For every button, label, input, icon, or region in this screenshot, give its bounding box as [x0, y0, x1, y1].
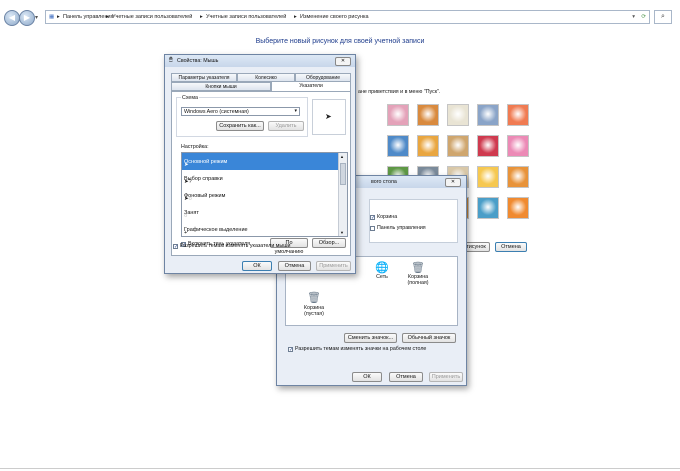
picture-tile[interactable]: [387, 135, 409, 157]
picture-tile[interactable]: [507, 135, 529, 157]
picture-tile[interactable]: [477, 135, 499, 157]
scheme-select-value: Windows Aero (системная): [184, 109, 249, 115]
scroll-down-icon[interactable]: ▼: [340, 230, 344, 235]
pointer-row-cursor-icon: +: [184, 230, 188, 236]
address-dropdown-icon[interactable]: ▾: [632, 11, 635, 23]
page-title: Выберите новый рисунок для своей учетной…: [255, 38, 425, 45]
picture-tile[interactable]: [447, 135, 469, 157]
cancel-button[interactable]: Отмена: [495, 242, 527, 252]
scheme-select[interactable]: Windows Aero (системная) ▾: [181, 107, 300, 116]
breadcrumb-separator: ▸: [57, 14, 60, 20]
cancel-button[interactable]: Отмена: [278, 261, 311, 271]
tab-buttons[interactable]: Кнопки мыши: [171, 82, 271, 91]
recycle-bin-empty-icon[interactable]: 🗑: [304, 291, 324, 304]
allow-themes-icons-checkbox[interactable]: ✓: [288, 347, 293, 353]
picture-tile[interactable]: [447, 104, 469, 126]
picture-hint-text: ане приветствия и в меню "Пуск".: [358, 89, 441, 95]
control-panel-checkbox-label: Панель управления: [377, 225, 426, 231]
close-icon[interactable]: ✕: [445, 178, 461, 187]
forward-button[interactable]: ▶: [19, 10, 35, 26]
network-icon-label: Сеть: [376, 274, 388, 280]
picture-tile[interactable]: [477, 104, 499, 126]
breadcrumb-separator: ▸: [294, 14, 297, 20]
picture-tile[interactable]: [417, 135, 439, 157]
cancel-button[interactable]: Отмена: [389, 372, 423, 382]
browse-button[interactable]: Обзор...: [312, 238, 346, 248]
pointer-list-row[interactable]: Фоновый режим ➤◌: [182, 187, 339, 204]
back-button[interactable]: ◀: [4, 10, 20, 26]
pointers-panel: Схема Windows Aero (системная) ▾ Сохрани…: [171, 91, 351, 256]
mouse-properties-window: 🖱 Свойства: Мышь ✕ Параметры указателя К…: [164, 54, 356, 274]
scroll-up-icon[interactable]: ▲: [340, 154, 344, 159]
allow-themes-icons-label: Разрешить темам изменять значки на рабоч…: [295, 346, 427, 352]
recycle-bin-empty-label: Корзина (пустая): [303, 305, 325, 317]
breadcrumb-4[interactable]: Изменение своего рисунка: [300, 11, 369, 23]
recent-pages-arrow-icon[interactable]: ▾: [35, 14, 38, 21]
scheme-group-label: Схема: [181, 95, 199, 101]
mouse-properties-title: Свойства: Мышь: [177, 58, 219, 64]
desktop-icons-title: вого стола: [371, 179, 397, 185]
bottom-divider: [0, 468, 680, 469]
pointer-row-cursor-icon: ◌: [184, 213, 188, 219]
delete-button[interactable]: Удалить: [268, 121, 304, 131]
breadcrumb-separator: ▸: [106, 14, 109, 20]
ok-button[interactable]: ОК: [242, 261, 272, 271]
pointer-list-scrollbar[interactable]: ▲ ▼: [338, 153, 347, 236]
desktop-icons-group: [369, 199, 458, 243]
recycle-bin-checkbox[interactable]: ✓: [370, 215, 375, 221]
change-icon-button[interactable]: Сменить значок...: [344, 333, 397, 343]
refresh-icon[interactable]: ⟳: [641, 11, 646, 23]
apply-button[interactable]: Применить: [316, 261, 351, 271]
settings-label: Настройка:: [181, 144, 209, 150]
picture-tile[interactable]: [387, 104, 409, 126]
pointer-row-cursor-icon: ➤: [184, 162, 189, 168]
picture-tile[interactable]: [477, 166, 499, 188]
pointer-row-cursor-icon: ➤?: [184, 179, 192, 185]
chevron-down-icon: ▾: [294, 108, 297, 114]
control-panel-icon: ▦: [49, 14, 55, 20]
scrollbar-thumb[interactable]: [340, 163, 346, 185]
address-bar[interactable]: ▦ ▸ Панель управления ▸ Учетные записи п…: [45, 10, 650, 24]
search-icon[interactable]: ⌕: [654, 10, 672, 24]
explorer-toolbar: ◀ ▶ ▾ ▦ ▸ Панель управления ▸ Учетные за…: [0, 0, 680, 34]
pointer-list[interactable]: Графическое выделение + Занят ◌ Фоновый режи…: [181, 152, 348, 237]
breadcrumb-3[interactable]: Учетные записи пользователей: [206, 11, 286, 23]
tab-pointer-options[interactable]: Параметры указателя: [171, 73, 237, 82]
save-as-button[interactable]: Сохранить как...: [216, 121, 264, 131]
recycle-bin-full-icon[interactable]: 🗑: [408, 261, 428, 274]
default-icon-button[interactable]: Обычный значок: [402, 333, 456, 343]
picture-tile[interactable]: [507, 197, 529, 219]
mouse-icon: 🖱: [169, 57, 173, 63]
network-icon[interactable]: 🌐: [372, 261, 392, 274]
mouse-properties-titlebar: 🖱 Свойства: Мышь ✕: [165, 55, 355, 67]
breadcrumb-separator: ▸: [200, 14, 203, 20]
scheme-group: [176, 97, 308, 137]
picture-tile[interactable]: [477, 197, 499, 219]
tab-pointers[interactable]: Указатели: [271, 81, 351, 91]
allow-themes-pointers-label: Разрешить темам изменять указатели мыши: [180, 243, 291, 249]
picture-tile[interactable]: [417, 104, 439, 126]
breadcrumb-2[interactable]: Учетные записи пользователей: [112, 11, 192, 23]
pointer-list-row[interactable]: Выбор справки ➤?: [182, 170, 339, 187]
pointer-list-row[interactable]: Графическое выделение +: [182, 221, 339, 236]
ok-button[interactable]: ОК: [352, 372, 382, 382]
picture-tile[interactable]: [507, 104, 529, 126]
picture-tile[interactable]: [507, 166, 529, 188]
pointer-preview: ➤: [312, 99, 346, 135]
allow-themes-pointers-checkbox[interactable]: ✓: [173, 244, 178, 250]
control-panel-checkbox[interactable]: [370, 226, 375, 231]
pointer-list-row[interactable]: Занят ◌: [182, 204, 339, 221]
recycle-bin-full-label: Корзина (полная): [407, 274, 429, 286]
pointer-preview-icon: ➤: [325, 112, 332, 121]
recycle-bin-checkbox-label: Корзина: [377, 214, 398, 220]
pointer-row-cursor-icon: ➤◌: [184, 196, 192, 202]
pointer-list-row[interactable]: Основной режим ➤: [182, 153, 339, 170]
close-icon[interactable]: ✕: [335, 57, 351, 66]
apply-button[interactable]: Применить: [429, 372, 463, 382]
